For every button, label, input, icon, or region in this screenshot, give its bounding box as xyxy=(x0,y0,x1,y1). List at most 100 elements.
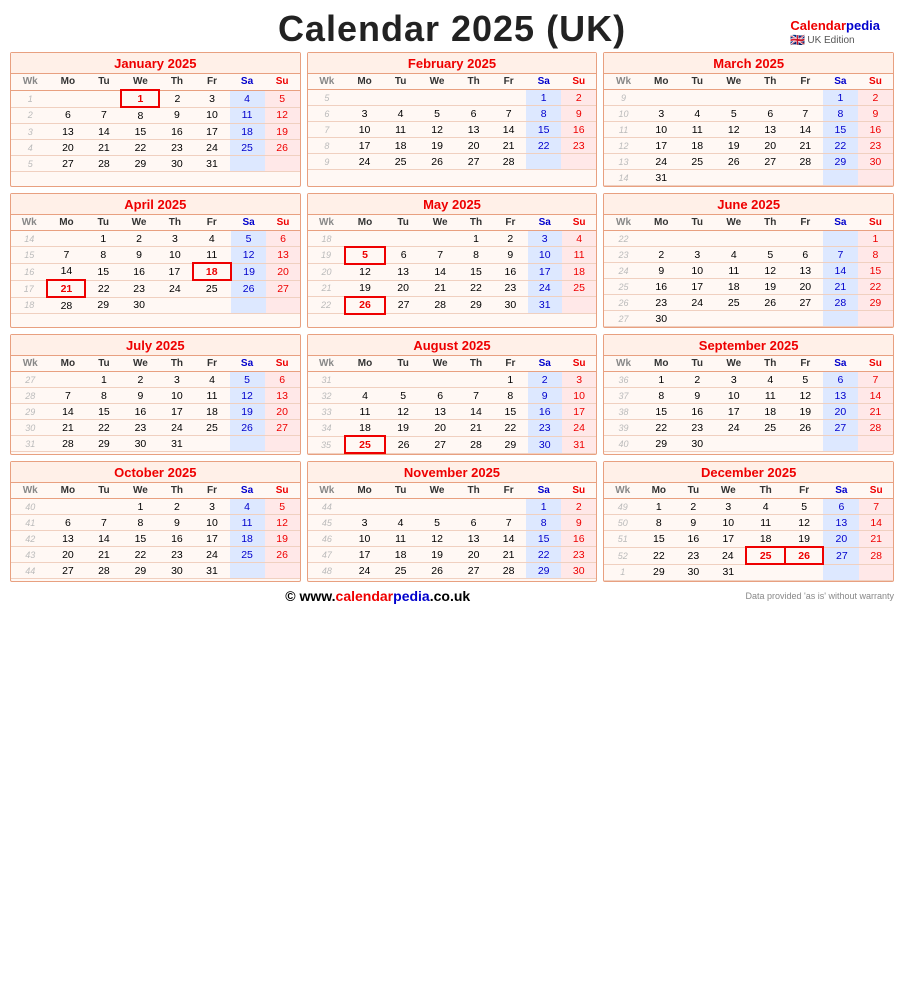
day-cell: 5 xyxy=(785,499,823,515)
day-cell: 9 xyxy=(308,154,346,170)
day-cell: 9 xyxy=(159,515,194,531)
table-row: 18282930 xyxy=(11,297,300,314)
day-cell: 23 xyxy=(858,138,893,154)
col-header-we: We xyxy=(418,74,456,90)
day-cell: 23 xyxy=(677,547,711,564)
day-cell: 24 xyxy=(194,140,229,156)
day-cell: 26 xyxy=(715,154,753,170)
day-cell: 30 xyxy=(11,420,49,436)
table-row: 27123456 xyxy=(11,372,300,388)
day-cell: 21 xyxy=(47,280,85,297)
table-row: 4012345 xyxy=(11,499,300,515)
day-cell: 29 xyxy=(121,563,159,579)
day-cell: 7 xyxy=(459,388,493,404)
day-cell: 1 xyxy=(604,564,641,580)
day-cell: 5 xyxy=(385,388,422,404)
day-cell: 22 xyxy=(823,138,858,154)
table-row: 3311121314151617 xyxy=(308,404,597,420)
day-cell: 1 xyxy=(526,90,561,106)
col-header-tu: Tu xyxy=(385,215,422,231)
day-cell: 7 xyxy=(859,499,893,515)
day-cell: 24 xyxy=(159,420,194,436)
table-row: 416789101112 xyxy=(11,515,300,531)
table-row: 1721222324252627 xyxy=(11,280,300,297)
col-header-sa: Sa xyxy=(526,483,561,499)
col-header-th: Th xyxy=(459,356,493,372)
day-cell: 17 xyxy=(710,531,746,548)
day-cell: 12 xyxy=(418,122,456,138)
table-row: 1217181920212223 xyxy=(604,138,893,154)
day-cell xyxy=(456,499,491,515)
day-cell: 16 xyxy=(680,404,715,420)
day-cell: 20 xyxy=(385,280,422,297)
col-header-wk: Wk xyxy=(604,215,642,231)
day-cell: 2 xyxy=(680,372,715,388)
table-row: 19567891011 xyxy=(308,247,597,264)
day-cell: 4 xyxy=(230,90,265,107)
day-cell: 26 xyxy=(785,547,823,564)
day-cell: 18 xyxy=(383,138,418,154)
day-cell: 3 xyxy=(562,372,596,388)
day-cell: 11 xyxy=(230,515,265,531)
month-block-7: July 2025WkMoTuWeThFrSaSu271234562878910… xyxy=(10,334,301,455)
day-cell: 24 xyxy=(194,547,229,563)
month-table-6: WkMoTuWeThFrSaSu221232345678249101112131… xyxy=(604,215,893,327)
day-cell: 8 xyxy=(121,107,159,124)
day-cell: 5 xyxy=(345,247,384,264)
day-cell: 13 xyxy=(604,154,642,170)
day-cell: 19 xyxy=(230,404,265,420)
col-header-wk: Wk xyxy=(11,356,49,372)
table-row: 512 xyxy=(308,90,597,106)
col-header-sa: Sa xyxy=(231,215,267,231)
day-cell: 2 xyxy=(528,372,562,388)
day-cell: 6 xyxy=(49,107,86,124)
col-header-wk: Wk xyxy=(308,356,346,372)
table-row: 2730 xyxy=(604,311,893,327)
day-cell: 8 xyxy=(526,515,561,531)
day-cell xyxy=(265,436,300,452)
day-cell: 24 xyxy=(346,154,383,170)
table-row: 2012131415161718 xyxy=(308,264,597,281)
day-cell: 28 xyxy=(788,154,823,170)
day-cell: 26 xyxy=(753,295,788,311)
day-cell xyxy=(265,563,300,579)
month-block-6: June 2025WkMoTuWeThFrSaSu221232345678249… xyxy=(603,193,894,328)
day-cell: 26 xyxy=(788,420,823,436)
day-cell xyxy=(680,231,715,247)
day-cell: 25 xyxy=(230,140,265,156)
day-cell: 25 xyxy=(383,563,418,579)
table-row: 14123456 xyxy=(11,231,300,247)
day-cell: 14 xyxy=(491,531,526,547)
day-cell: 16 xyxy=(561,531,596,547)
day-cell: 15 xyxy=(858,263,893,279)
day-cell: 29 xyxy=(11,404,49,420)
day-cell: 16 xyxy=(159,531,194,547)
month-block-12: December 2025WkMoTuWeThFrSaSu49123456750… xyxy=(603,461,894,582)
col-header-fr: Fr xyxy=(194,356,229,372)
col-header-mo: Mo xyxy=(49,74,86,90)
day-cell xyxy=(230,436,265,452)
day-cell xyxy=(230,156,265,172)
day-cell: 23 xyxy=(604,247,642,263)
day-cell: 36 xyxy=(604,372,642,388)
day-cell: 9 xyxy=(121,388,159,404)
month-table-4: WkMoTuWeThFrSaSu141234561578910111213161… xyxy=(11,215,300,314)
day-cell: 28 xyxy=(49,436,86,452)
table-row: 63456789 xyxy=(308,106,597,122)
day-cell: 29 xyxy=(121,156,159,172)
day-cell: 45 xyxy=(308,515,346,531)
day-cell: 12 xyxy=(785,515,823,531)
day-cell: 28 xyxy=(459,436,493,453)
day-cell xyxy=(346,90,383,106)
day-cell: 2 xyxy=(858,90,893,106)
day-cell xyxy=(823,311,858,327)
day-cell xyxy=(753,170,788,186)
day-cell: 18 xyxy=(194,404,229,420)
day-cell xyxy=(823,170,858,186)
month-title-9: September 2025 xyxy=(604,335,893,356)
col-header-sa: Sa xyxy=(823,483,859,499)
day-cell: 35 xyxy=(308,436,346,453)
day-cell: 17 xyxy=(643,138,680,154)
table-row: 37891011121314 xyxy=(604,388,893,404)
month-block-9: September 2025WkMoTuWeThFrSaSu3612345673… xyxy=(603,334,894,455)
